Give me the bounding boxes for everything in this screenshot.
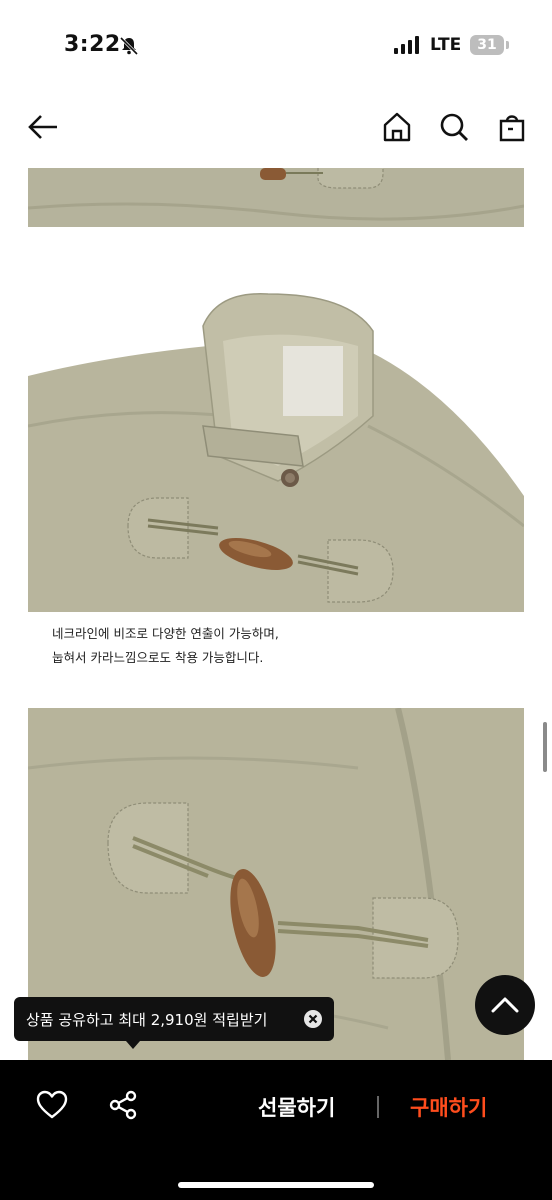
battery-indicator: 31 [470,35,504,55]
close-icon [308,1014,318,1024]
status-bar: 3:22 LTE 31 [0,0,552,90]
toast-pointer [126,1041,140,1049]
scroll-to-top-button[interactable] [475,975,535,1035]
description-line-1: 네크라인에 비조로 다양한 연출이 가능하며, [52,626,279,641]
search-icon[interactable] [437,110,471,144]
top-nav [0,100,552,160]
toast-text: 상품 공유하고 최대 2,910원 적립받기 [26,1011,268,1029]
description-line-2: 눕혀서 카라느낌으로도 착용 가능합니다. [52,650,264,665]
status-time: 3:22 [64,32,121,57]
battery-tip [506,41,509,49]
share-icon[interactable] [108,1090,138,1120]
signal-icon [394,36,419,54]
home-icon[interactable] [380,110,414,144]
bottom-action-bar: 선물하기 구매하기 [0,1060,552,1200]
home-indicator [178,1182,374,1188]
back-arrow-icon[interactable] [26,110,60,144]
toast-close-button[interactable] [304,1010,322,1028]
product-image-collar [28,266,524,612]
gift-button[interactable]: 선물하기 [258,1092,335,1122]
heart-icon[interactable] [36,1090,68,1120]
network-type: LTE [430,35,462,55]
product-description: 네크라인에 비조로 다양한 연출이 가능하며, 눕혀서 카라느낌으로도 착용 가… [52,622,512,670]
action-divider [377,1096,379,1118]
buy-button[interactable]: 구매하기 [410,1092,487,1122]
chevron-up-icon [491,997,519,1013]
share-reward-toast: 상품 공유하고 최대 2,910원 적립받기 [14,997,334,1049]
page-scrollbar[interactable] [543,722,547,772]
product-image-1 [28,168,524,227]
bell-muted-icon [119,36,139,56]
shopping-bag-icon[interactable] [495,110,529,144]
